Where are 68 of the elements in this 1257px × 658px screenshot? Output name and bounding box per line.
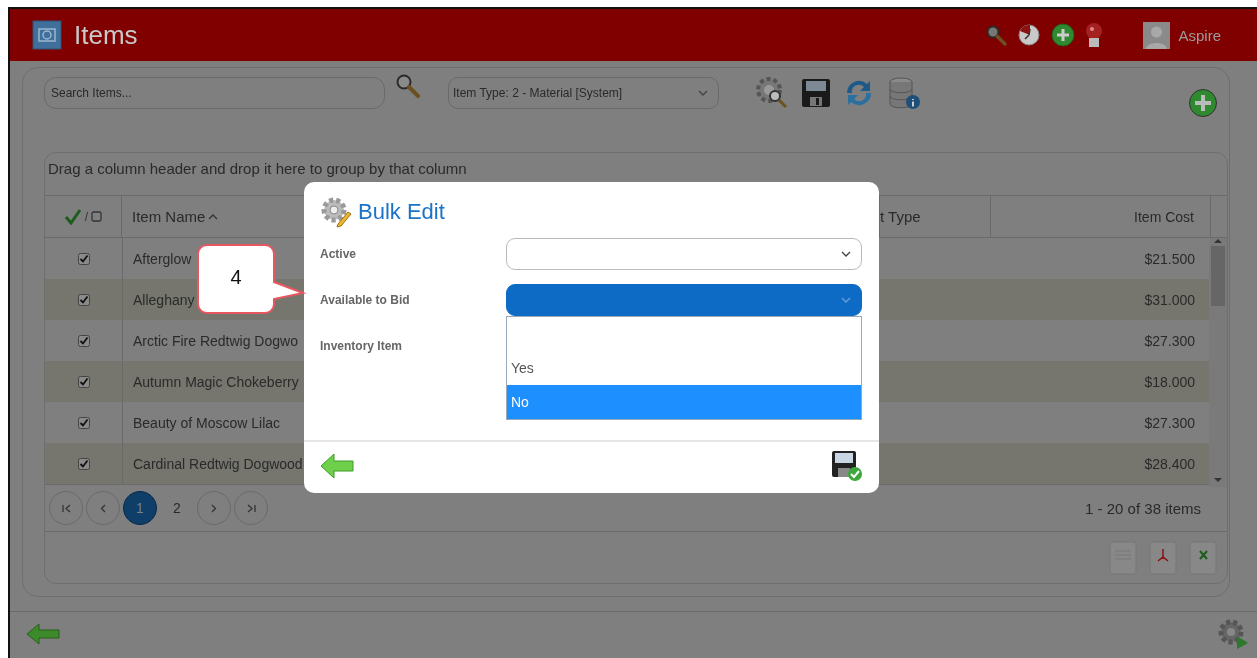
item-name-cell: Afterglow <box>133 250 192 267</box>
uncheck-all-icon[interactable] <box>91 211 103 222</box>
chevron-down-icon <box>841 251 851 257</box>
scroll-up-icon[interactable] <box>1214 238 1222 244</box>
avatar-icon <box>1143 21 1171 49</box>
search-icon[interactable] <box>395 73 421 99</box>
checkbox[interactable] <box>77 457 90 470</box>
chevron-down-icon <box>698 90 708 96</box>
item-cost-cell: $21.500 <box>1144 250 1195 267</box>
select-separator: / <box>84 209 89 224</box>
item-type-select[interactable]: Item Type: 2 - Material [System] <box>448 77 719 109</box>
checkbox[interactable] <box>77 375 90 388</box>
item-cost-cell: $31.000 <box>1144 291 1195 308</box>
save-confirm-icon[interactable] <box>831 449 863 482</box>
dropdown-option[interactable]: Yes <box>507 351 861 385</box>
database-info-icon[interactable] <box>887 76 921 110</box>
item-name-cell: Alleghany <box>133 291 195 308</box>
item-name-cell: Beauty of Moscow Lilac <box>133 414 281 431</box>
checkbox[interactable] <box>77 252 90 265</box>
gear-pencil-icon <box>320 195 352 228</box>
checkbox[interactable] <box>77 416 90 429</box>
item-name-cell: Autumn Magic Chokeberry <box>133 373 299 390</box>
last-page-icon <box>246 503 256 513</box>
group-by-hint: Drag a column header and drop it here to group by that column <box>48 161 467 177</box>
gear-search-icon[interactable] <box>755 76 789 110</box>
field-label: Available to Bid <box>320 293 410 307</box>
dropdown-option[interactable]: No <box>507 385 861 419</box>
back-arrow-icon[interactable] <box>26 623 60 645</box>
chevron-down-icon <box>841 297 851 303</box>
column-header[interactable]: Item Cost <box>1134 208 1194 225</box>
add-icon[interactable] <box>1188 88 1218 118</box>
item-cost-cell: $28.400 <box>1144 455 1195 472</box>
clock-icon[interactable] <box>1017 23 1042 47</box>
sort-ascending-icon <box>208 213 219 220</box>
search-field[interactable]: Search Items... <box>44 77 385 109</box>
next-page-icon <box>211 503 217 513</box>
step-number: 4 <box>230 265 242 289</box>
app-logo-icon <box>32 20 62 50</box>
check-all-icon[interactable] <box>63 208 82 225</box>
column-header[interactable]: t Type <box>880 208 921 225</box>
alarm-bell-icon[interactable] <box>1085 22 1104 48</box>
scroll-down-icon[interactable] <box>1214 477 1222 483</box>
pdf-export-icon[interactable] <box>1149 540 1177 575</box>
checkbox[interactable] <box>77 334 90 347</box>
item-cost-cell: $27.300 <box>1144 332 1195 349</box>
item-cost-cell: $27.300 <box>1144 414 1195 431</box>
first-page-icon <box>61 503 71 513</box>
search-icon[interactable] <box>985 24 1008 46</box>
previous-page-icon <box>100 503 106 513</box>
page-button[interactable]: 1 <box>123 491 157 525</box>
dialog-title: Bulk Edit <box>358 198 445 225</box>
pager-summary: 1 - 20 of 38 items <box>1085 499 1201 517</box>
item-name-cell: Cardinal Redtwig Dogwood <box>133 455 303 472</box>
checkbox[interactable] <box>77 293 90 306</box>
column-header[interactable]: Item Name <box>132 208 206 225</box>
page-title: Items <box>74 19 139 51</box>
spreadsheet-export-icon[interactable] <box>1189 540 1217 575</box>
add-icon[interactable] <box>1051 23 1076 47</box>
gear-play-icon[interactable] <box>1217 618 1249 650</box>
active-select[interactable] <box>506 238 862 270</box>
save-icon[interactable] <box>801 78 831 108</box>
user-name[interactable]: Aspire <box>1178 26 1221 44</box>
item-name-cell: Arctic Fire Redtwig Dogwo <box>133 332 298 349</box>
page-button[interactable]: 2 <box>160 491 194 525</box>
field-label: Inventory Item <box>320 339 403 353</box>
item-cost-cell: $18.000 <box>1144 373 1195 390</box>
back-arrow-icon[interactable] <box>320 452 354 479</box>
field-label: Active <box>320 247 357 261</box>
